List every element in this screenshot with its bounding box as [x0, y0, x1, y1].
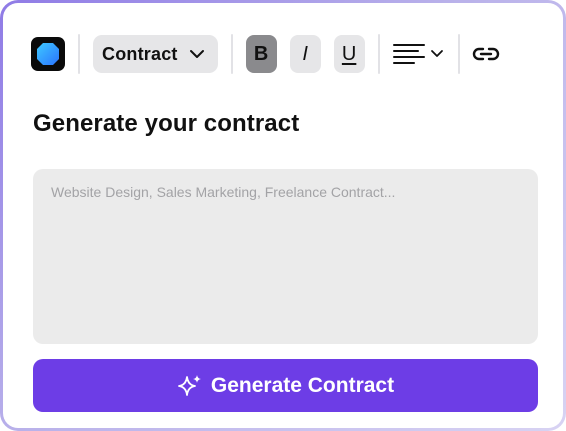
page-title: Generate your contract — [33, 110, 300, 137]
app-logo-icon — [31, 37, 65, 71]
toolbar-divider — [230, 34, 233, 74]
link-icon — [472, 47, 499, 61]
octagon-gem-icon — [37, 43, 59, 65]
toolbar-divider — [377, 34, 380, 74]
editor-toolbar: Contract B I U — [31, 34, 500, 74]
document-type-value: Contract — [102, 43, 178, 64]
bold-button[interactable]: B — [245, 35, 277, 73]
italic-label: I — [302, 43, 308, 65]
chevron-down-icon — [189, 50, 204, 58]
chevron-down-icon — [430, 50, 443, 57]
document-type-dropdown[interactable]: Contract — [93, 35, 218, 73]
underline-label: U — [341, 43, 357, 65]
contract-prompt-input[interactable] — [33, 169, 538, 344]
insert-link-button[interactable] — [472, 35, 500, 73]
generate-contract-button[interactable]: Generate Contract — [33, 359, 538, 412]
toolbar-divider — [457, 34, 460, 74]
text-align-dropdown[interactable] — [392, 35, 445, 73]
generate-contract-label: Generate Contract — [210, 373, 395, 397]
bold-label: B — [253, 43, 269, 65]
underline-button[interactable]: U — [333, 35, 365, 73]
italic-button[interactable]: I — [289, 35, 321, 73]
sparkle-icon — [177, 374, 201, 396]
toolbar-divider — [78, 34, 80, 74]
widget-frame: Contract B I U Generate your contract We… — [0, 0, 566, 431]
align-left-icon — [392, 44, 425, 64]
contract-generator-card: Contract B I U Generate your contract We… — [3, 3, 563, 428]
